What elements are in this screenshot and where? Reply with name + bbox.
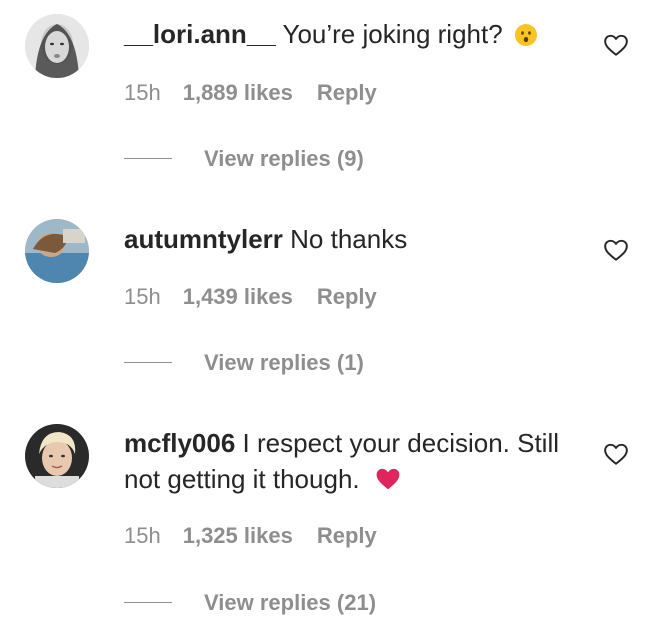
comment-body: No thanks — [290, 224, 408, 254]
view-replies-label: View replies (9) — [204, 146, 364, 171]
like-heart-icon[interactable] — [603, 32, 629, 58]
reply-button[interactable]: Reply — [317, 523, 377, 548]
reply-button[interactable]: Reply — [317, 284, 377, 309]
view-replies-label: View replies (1) — [204, 350, 364, 375]
comment-meta: 15h 1,325 likes Reply — [124, 522, 377, 550]
view-replies-button[interactable]: View replies (21) — [124, 589, 376, 617]
comment-time: 15h — [124, 523, 161, 548]
comment-likes[interactable]: 1,889 likes — [183, 80, 293, 105]
avatar[interactable] — [25, 219, 89, 283]
comment-meta: 15h 1,889 likes Reply — [124, 79, 377, 107]
comment-meta: 15h 1,439 likes Reply — [124, 283, 377, 311]
comment-body: You’re joking right? — [282, 19, 503, 49]
view-replies-button[interactable]: View replies (1) — [124, 349, 364, 377]
avatar[interactable] — [25, 14, 89, 78]
comment-text: mcfly006 I respect your decision. Still … — [124, 425, 574, 497]
like-heart-icon[interactable] — [603, 237, 629, 263]
comment-text: autumntylerr No thanks — [124, 221, 574, 257]
comment-likes[interactable]: 1,325 likes — [183, 523, 293, 548]
comment-username[interactable]: __lori.ann__ — [124, 19, 276, 49]
comment-username[interactable]: mcfly006 — [124, 428, 235, 458]
view-replies-label: View replies (21) — [204, 590, 377, 615]
hushed-face-emoji-icon — [514, 24, 537, 46]
red-heart-emoji-icon — [376, 468, 400, 490]
reply-button[interactable]: Reply — [317, 80, 377, 105]
like-heart-icon[interactable] — [603, 441, 629, 467]
view-replies-button[interactable]: View replies (9) — [124, 145, 364, 173]
divider-line — [124, 601, 172, 603]
comment-time: 15h — [124, 284, 161, 309]
comment-username[interactable]: autumntylerr — [124, 224, 283, 254]
comment-likes[interactable]: 1,439 likes — [183, 284, 293, 309]
divider-line — [124, 361, 172, 363]
comment-time: 15h — [124, 80, 161, 105]
avatar[interactable] — [25, 424, 89, 488]
comment-text: __lori.ann__ You’re joking right? — [124, 16, 574, 52]
divider-line — [124, 157, 172, 159]
